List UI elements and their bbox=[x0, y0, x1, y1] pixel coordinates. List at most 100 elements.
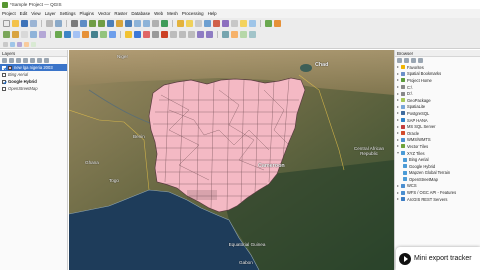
python-console-icon[interactable] bbox=[265, 20, 272, 27]
play-icon[interactable] bbox=[399, 252, 411, 265]
browser-item[interactable]: Favorites bbox=[395, 64, 480, 71]
new-shapefile-icon[interactable] bbox=[21, 31, 28, 38]
measure-icon[interactable] bbox=[231, 20, 238, 27]
save-as-icon[interactable] bbox=[30, 20, 37, 27]
zoom-in-icon[interactable] bbox=[89, 20, 96, 27]
expand-arrow-icon[interactable] bbox=[397, 145, 399, 148]
add-group-icon[interactable] bbox=[9, 58, 14, 63]
layout-manager-icon[interactable] bbox=[55, 20, 62, 27]
save-edits-icon[interactable] bbox=[134, 31, 141, 38]
refresh-icon[interactable] bbox=[161, 20, 168, 27]
browser-item[interactable]: GeoPackage bbox=[395, 97, 480, 104]
layer-item-google-hybrid[interactable]: Google Hybrid bbox=[0, 78, 67, 85]
expand-arrow-icon[interactable] bbox=[397, 125, 399, 128]
menu-vector[interactable]: Vector bbox=[98, 11, 110, 16]
collapse-all-icon[interactable] bbox=[37, 58, 42, 63]
zoom-selection-icon[interactable] bbox=[116, 20, 123, 27]
collapse-all-icon[interactable] bbox=[418, 58, 423, 63]
shape-digitizing-icon[interactable] bbox=[24, 41, 29, 47]
browser-item[interactable]: Bing Aerial bbox=[395, 156, 480, 163]
annotation-icon[interactable] bbox=[240, 20, 247, 27]
browser-item[interactable]: SAP HANA bbox=[395, 117, 480, 124]
layer-visibility-checkbox[interactable] bbox=[2, 72, 6, 77]
cut-features-icon[interactable] bbox=[170, 31, 177, 38]
layer-visibility-checkbox[interactable] bbox=[2, 86, 6, 91]
open-styling-icon[interactable] bbox=[2, 58, 7, 63]
rotate-label-icon[interactable] bbox=[249, 31, 256, 38]
browser-item[interactable]: XYZ Tiles bbox=[395, 150, 480, 157]
browser-item[interactable]: SpatiaLite bbox=[395, 104, 480, 111]
remove-layer-icon[interactable] bbox=[44, 58, 49, 63]
expand-arrow-icon[interactable] bbox=[397, 198, 399, 201]
zoom-next-icon[interactable] bbox=[143, 20, 150, 27]
copy-features-icon[interactable] bbox=[179, 31, 186, 38]
processing-toolbox-icon[interactable] bbox=[274, 20, 281, 27]
show-hide-labels-icon[interactable] bbox=[240, 31, 247, 38]
paste-features-icon[interactable] bbox=[188, 31, 195, 38]
select-feature-icon[interactable] bbox=[186, 20, 193, 27]
browser-item[interactable]: Oracle bbox=[395, 130, 480, 137]
print-layout-icon[interactable] bbox=[46, 20, 53, 27]
field-calculator-icon[interactable] bbox=[213, 20, 220, 27]
browser-item[interactable]: PostgreSQL bbox=[395, 110, 480, 117]
pan-icon[interactable] bbox=[71, 20, 78, 27]
browser-item[interactable]: MS SQL Server bbox=[395, 123, 480, 130]
layer-visibility-checkbox[interactable] bbox=[2, 65, 6, 70]
new-spatialite-icon[interactable] bbox=[30, 31, 37, 38]
expand-all-icon[interactable] bbox=[30, 58, 35, 63]
toggle-editing-icon[interactable] bbox=[125, 31, 132, 38]
expand-arrow-icon[interactable] bbox=[397, 86, 399, 89]
georeferencer-icon[interactable] bbox=[31, 41, 36, 47]
menu-edit[interactable]: Edit bbox=[20, 11, 28, 16]
zoom-layer-icon[interactable] bbox=[125, 20, 132, 27]
expand-arrow-icon[interactable] bbox=[397, 99, 399, 102]
menu-raster[interactable]: Raster bbox=[114, 11, 127, 16]
redo-icon[interactable] bbox=[206, 31, 213, 38]
browser-item[interactable]: C:\ bbox=[395, 84, 480, 91]
open-project-icon[interactable] bbox=[12, 20, 19, 27]
snapping-icon[interactable] bbox=[3, 41, 8, 47]
add-wms-icon[interactable] bbox=[109, 31, 116, 38]
menu-web[interactable]: Web bbox=[154, 11, 163, 16]
filter-icon[interactable] bbox=[411, 58, 416, 63]
expand-arrow-icon[interactable] bbox=[397, 79, 399, 82]
zoom-out-icon[interactable] bbox=[98, 20, 105, 27]
add-csv-icon[interactable] bbox=[82, 31, 89, 38]
identify-icon[interactable] bbox=[177, 20, 184, 27]
menu-help[interactable]: Help bbox=[208, 11, 217, 16]
save-project-icon[interactable] bbox=[21, 20, 28, 27]
browser-item[interactable]: WMS/WMTS bbox=[395, 137, 480, 144]
zoom-last-icon[interactable] bbox=[134, 20, 141, 27]
add-vector-icon[interactable] bbox=[55, 31, 62, 38]
menu-project[interactable]: Project bbox=[2, 11, 16, 16]
expand-arrow-icon[interactable] bbox=[397, 92, 399, 95]
new-temp-layer-icon[interactable] bbox=[39, 31, 46, 38]
expand-arrow-icon[interactable] bbox=[397, 112, 399, 115]
map-canvas[interactable]: Chad Niger Benin Ghana Togo Cameroon Cen… bbox=[69, 50, 394, 270]
menu-view[interactable]: View bbox=[31, 11, 40, 16]
expand-arrow-icon[interactable] bbox=[397, 132, 399, 135]
deselect-icon[interactable] bbox=[195, 20, 202, 27]
data-source-manager-icon[interactable] bbox=[3, 31, 10, 38]
expand-arrow-icon[interactable] bbox=[397, 191, 399, 194]
expand-arrow-icon[interactable] bbox=[397, 119, 399, 122]
menu-settings[interactable]: Settings bbox=[60, 11, 76, 16]
expand-arrow-icon[interactable] bbox=[397, 138, 399, 141]
menu-database[interactable]: Database bbox=[131, 11, 150, 16]
delete-selected-icon[interactable] bbox=[161, 31, 168, 38]
expand-arrow-icon[interactable] bbox=[397, 184, 399, 187]
add-postgis-icon[interactable] bbox=[91, 31, 98, 38]
add-selected-icon[interactable] bbox=[404, 58, 409, 63]
browser-item[interactable]: ArcGIS REST Servers bbox=[395, 196, 480, 203]
browser-item[interactable]: D:\ bbox=[395, 90, 480, 97]
zoom-full-icon[interactable] bbox=[107, 20, 114, 27]
browser-item[interactable]: OpenStreetMap bbox=[395, 176, 480, 183]
new-project-icon[interactable] bbox=[3, 20, 10, 27]
browser-item[interactable]: Project Home bbox=[395, 77, 480, 84]
menu-mesh[interactable]: Mesh bbox=[167, 11, 178, 16]
manage-themes-icon[interactable] bbox=[16, 58, 21, 63]
menu-layer[interactable]: Layer bbox=[45, 11, 56, 16]
advanced-digitizing-icon[interactable] bbox=[17, 41, 22, 47]
browser-item[interactable]: Vector Tiles bbox=[395, 143, 480, 150]
filter-legend-icon[interactable] bbox=[23, 58, 28, 63]
